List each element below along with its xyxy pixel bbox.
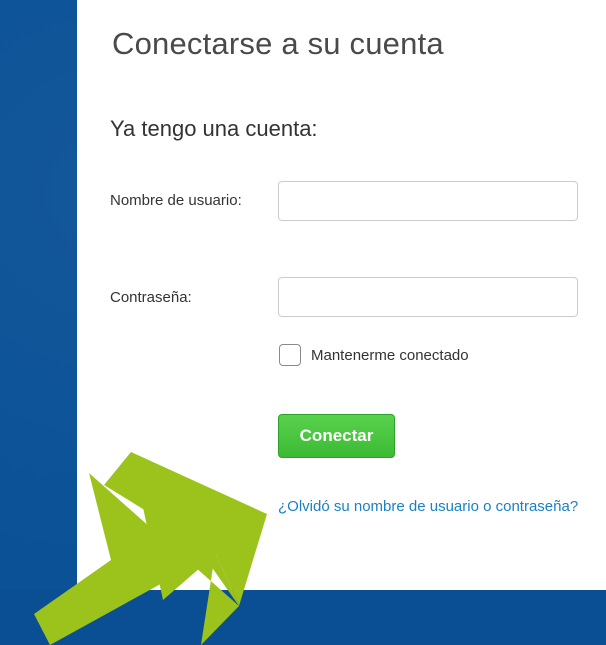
checkbox-icon[interactable]	[279, 344, 301, 366]
username-input[interactable]	[278, 181, 578, 221]
username-label: Nombre de usuario:	[110, 192, 242, 209]
bottom-background-strip	[0, 590, 606, 645]
password-label: Contraseña:	[110, 289, 192, 306]
remember-me-checkbox[interactable]: Mantenerme conectado	[278, 342, 469, 368]
section-title: Ya tengo una cuenta:	[110, 116, 318, 141]
remember-me-label: Mantenerme conectado	[311, 346, 469, 364]
login-button[interactable]: Conectar	[278, 414, 395, 458]
password-input[interactable]	[278, 277, 578, 317]
page-title: Conectarse a su cuenta	[112, 26, 444, 61]
forgot-credentials-link[interactable]: ¿Olvidó su nombre de usuario o contraseñ…	[278, 496, 588, 518]
